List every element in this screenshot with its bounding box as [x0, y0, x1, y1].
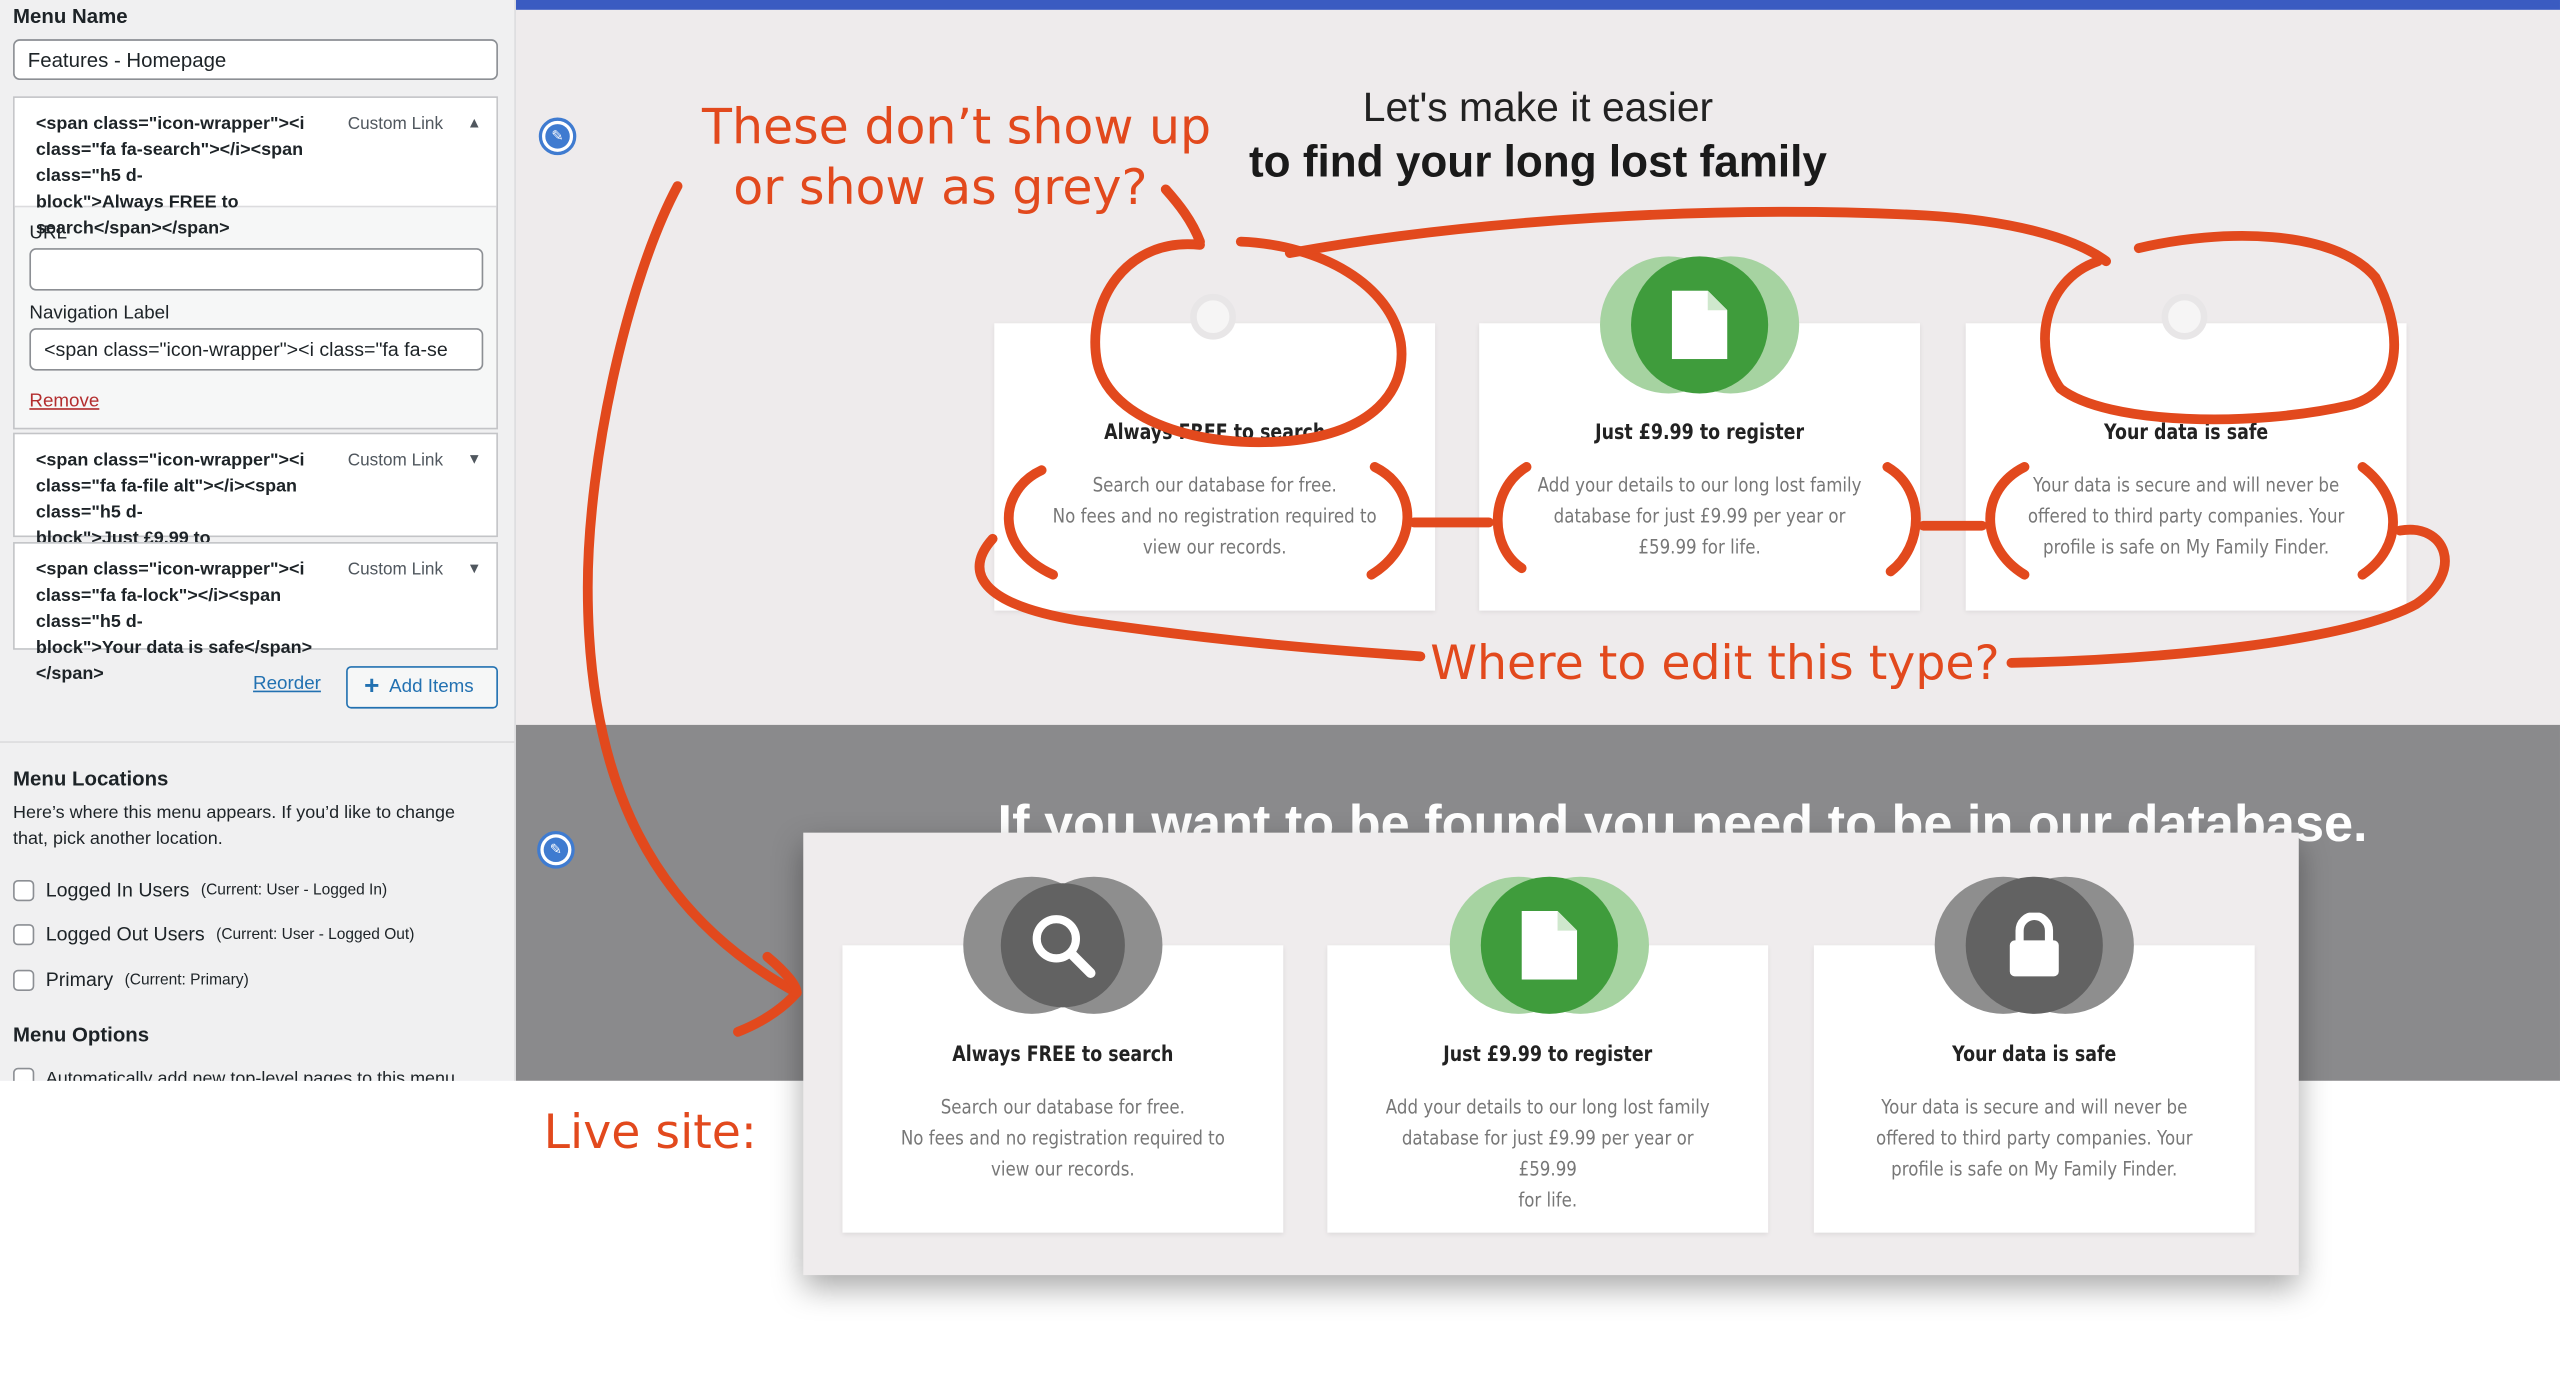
add-items-button[interactable]: + Add Items [346, 666, 498, 709]
file-icon [1481, 877, 1618, 1014]
lock-icon-wrapper [1934, 876, 2134, 1014]
menu-item-title: <span class="icon-wrapper"><i class="fa … [35, 559, 313, 685]
lock-icon [1966, 877, 2103, 1014]
feature-description: Search our database for free. No fees an… [1052, 473, 1377, 559]
url-input[interactable] [29, 248, 484, 291]
menu-item-type: Custom Link [347, 114, 444, 134]
missing-icon-placeholder [2161, 293, 2208, 340]
collapse-arrow-icon[interactable]: ▲ [467, 114, 482, 130]
screenshot-stage: Menu Name Features - Homepage <span clas… [0, 0, 2560, 1396]
feature-title: Just £9.99 to register [1443, 1043, 1653, 1068]
location-logged-in[interactable]: Logged In Users (Current: User - Logged … [13, 878, 387, 901]
menu-item-register[interactable]: <span class="icon-wrapper"><i class="fa … [13, 432, 498, 575]
file-icon-wrapper [1449, 876, 1649, 1014]
checkbox[interactable] [13, 923, 35, 945]
menu-item-type: Custom Link [347, 559, 444, 580]
menu-item-search-expanded: <span class="icon-wrapper"><i class="fa … [13, 96, 498, 430]
search-icon [994, 877, 1131, 1014]
divider [0, 741, 515, 743]
location-label: Logged In Users [45, 878, 190, 902]
feature-description: Add your details to our long lost family… [1385, 1095, 1710, 1212]
feature-title: Your data is safe [1952, 1043, 2117, 1068]
menu-item-title: <span class="icon-wrapper"><i class="fa … [35, 114, 305, 239]
navigation-label-input[interactable]: <span class="icon-wrapper"><i class="fa … [29, 328, 484, 371]
location-primary[interactable]: Primary (Current: Primary) [13, 968, 249, 991]
menu-locations-heading: Menu Locations [13, 767, 169, 791]
checkbox[interactable] [13, 879, 35, 901]
location-label: Logged Out Users [45, 922, 205, 946]
menu-name-input[interactable]: Features - Homepage [13, 39, 498, 80]
feature-description: Search our database for free. No fees an… [900, 1095, 1225, 1181]
search-icon-wrapper [963, 876, 1163, 1014]
annotation-live-site: Live site: [543, 1103, 757, 1160]
feature-title: Always FREE to search [1104, 421, 1326, 446]
reorder-link[interactable]: Reorder [253, 674, 321, 694]
feature-title: Your data is safe [2104, 421, 2269, 446]
locations-description-1: Here’s where this menu appears. If you’d… [13, 803, 455, 823]
location-current: (Current: Primary) [124, 970, 249, 989]
menu-item-data-safe[interactable]: <span class="icon-wrapper"><i class="fa … [13, 542, 498, 684]
location-current: (Current: User - Logged Out) [216, 924, 415, 943]
site-top-bar [515, 0, 2560, 10]
feature-description: Your data is secure and will never be of… [1876, 1095, 2193, 1181]
live-site-screenshot: Always FREE to search Search our databas… [803, 832, 2299, 1276]
navigation-label-label: Navigation Label [29, 303, 170, 324]
annotation-icons-missing: These don’t show up or show as grey? [702, 99, 1212, 218]
plus-icon: + [364, 672, 380, 701]
remove-link[interactable]: Remove [29, 392, 99, 412]
menu-item-header[interactable]: <span class="icon-wrapper"><i class="fa … [14, 97, 497, 238]
location-label: Primary [45, 968, 114, 992]
expand-arrow-icon[interactable]: ▼ [467, 451, 482, 467]
edit-shortcut-icon[interactable]: ✎ [537, 831, 575, 869]
add-items-label: Add Items [389, 677, 474, 698]
option-auto-add[interactable]: Automatically add new top-level pages to… [13, 1067, 456, 1081]
location-current: (Current: User - Logged In) [200, 880, 388, 899]
url-label: URL [29, 223, 67, 244]
feature-title: Always FREE to search [952, 1043, 1174, 1068]
annotation-edit-type: Where to edit this type? [1430, 635, 2000, 691]
file-icon-wrapper [1599, 256, 1800, 394]
locations-description-2: that, pick another location. [13, 829, 223, 849]
location-logged-out[interactable]: Logged Out Users (Current: User - Logged… [13, 922, 414, 945]
file-icon [1631, 256, 1768, 393]
feature-title: Just £9.99 to register [1595, 421, 1805, 446]
checkbox[interactable] [13, 968, 35, 991]
menu-options-heading: Menu Options [13, 1023, 150, 1047]
option-label: Automatically add new top-level pages to… [45, 1068, 456, 1081]
checkbox[interactable] [13, 1067, 35, 1081]
menu-item-type: Custom Link [347, 450, 444, 471]
feature-card-data-safe: Your data is safe Your data is secure an… [1965, 293, 2407, 611]
missing-icon-placeholder [1190, 293, 1236, 340]
feature-description: Your data is secure and will never be of… [2027, 473, 2345, 559]
expand-arrow-icon[interactable]: ▼ [467, 560, 482, 576]
feature-card-search: Always FREE to search Search our databas… [994, 293, 1436, 611]
menu-name-label: Menu Name [13, 4, 128, 28]
menu-editor-panel: Menu Name Features - Homepage <span clas… [0, 0, 516, 1081]
feature-description: Add your details to our long lost family… [1537, 473, 1862, 559]
